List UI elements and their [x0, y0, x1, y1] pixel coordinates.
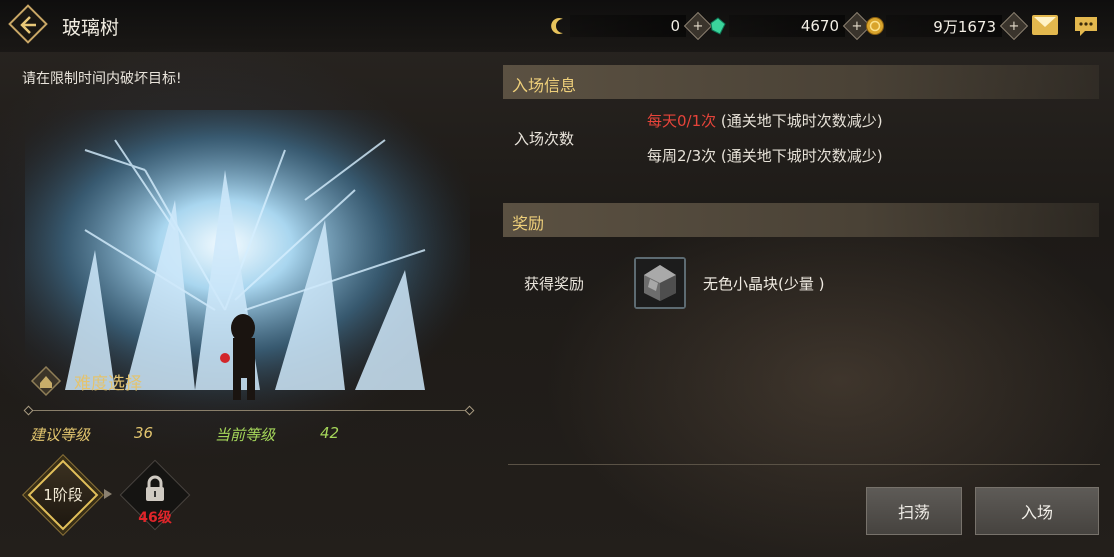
chat-icon[interactable]: [1073, 15, 1099, 37]
recommended-level-value: 36: [134, 424, 154, 442]
difficulty-label: 难度选择: [74, 373, 142, 394]
back-button[interactable]: [8, 4, 48, 44]
mail-icon[interactable]: [1032, 15, 1058, 35]
daily-entry-note: (通关地下城时次数减少): [716, 112, 883, 130]
enter-button[interactable]: 入场: [975, 487, 1099, 535]
difficulty-selector[interactable]: 难度选择: [30, 365, 142, 397]
entry-count-label: 入场次数: [514, 130, 575, 148]
moon-coin-icon: [548, 15, 570, 37]
divider: [28, 410, 470, 411]
green-gem-icon: [707, 15, 729, 37]
daily-entry-line: 每天0/1次 (通关地下城时次数减少): [647, 110, 883, 131]
top-bar: 玻璃树 0 + 4670 + 9万1673 +: [0, 0, 1114, 52]
recommended-level-label: 建议等级: [30, 426, 91, 444]
reward-title: 奖励: [512, 214, 545, 233]
unlock-level-label: 46级: [138, 510, 172, 526]
mission-hint: 请在限制时间内破坏目标!: [22, 71, 182, 87]
current-level-label: 当前等级: [215, 426, 276, 444]
reward-header: 奖励: [503, 203, 1099, 237]
gold-coin-icon: [864, 15, 886, 37]
daily-entry-count: 每天0/1次: [647, 112, 717, 130]
stage-1-label: 1阶段: [43, 486, 83, 504]
stage-arrow-icon: [104, 489, 112, 499]
reward-item-slot[interactable]: [634, 257, 686, 309]
currency-moon: 0 +: [548, 11, 713, 41]
plus-icon: +: [851, 18, 863, 34]
weekly-entry-line: 每周2/3次 (通关地下城时次数减少): [647, 145, 883, 166]
currency-gold: 9万1673 +: [864, 11, 1029, 41]
lock-icon: [146, 475, 164, 501]
entry-info-header: 入场信息: [503, 65, 1099, 99]
difficulty-icon: [30, 365, 62, 397]
stage-2-locked-button[interactable]: 46级: [119, 459, 191, 531]
entry-info-title: 入场信息: [512, 76, 577, 95]
reward-item-name: 无色小晶块(少量 ): [703, 275, 825, 293]
currency-gold-value: 9万1673: [886, 15, 1002, 37]
stage-1-button[interactable]: 1阶段: [27, 459, 99, 531]
sweep-button[interactable]: 扫荡: [866, 487, 962, 535]
back-arrow-icon: [20, 16, 36, 34]
current-level-value: 42: [320, 424, 340, 442]
crystal-icon: [636, 259, 684, 307]
reward-label: 获得奖励: [524, 275, 585, 293]
plus-icon: +: [1008, 18, 1020, 34]
weekly-entry-note: (通关地下城时次数减少): [716, 147, 883, 165]
weekly-entry-count: 每周2/3次: [647, 147, 717, 165]
bottom-divider: [508, 464, 1100, 465]
currency-gold-add-button[interactable]: +: [999, 11, 1029, 41]
currency-moon-value: 0: [570, 15, 686, 37]
currency-gem-value: 4670: [729, 15, 845, 37]
currency-gem: 4670 +: [707, 11, 872, 41]
plus-icon: +: [692, 18, 704, 34]
page-title: 玻璃树: [62, 17, 120, 39]
